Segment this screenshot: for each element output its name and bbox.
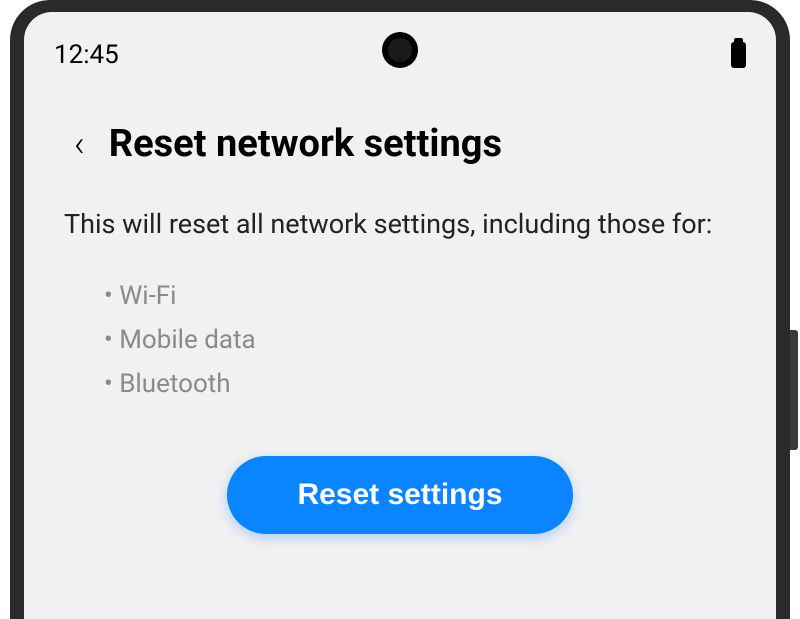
- back-icon[interactable]: ‹: [74, 126, 85, 162]
- list-item: Mobile data: [104, 318, 736, 362]
- camera-notch: [382, 32, 418, 68]
- list-item: Bluetooth: [104, 362, 736, 406]
- page-title: Reset network settings: [109, 122, 502, 166]
- bullet-list: Wi-Fi Mobile data Bluetooth: [64, 274, 736, 407]
- status-time: 12:45: [54, 40, 119, 70]
- content: This will reset all network settings, in…: [24, 186, 776, 534]
- reset-settings-button[interactable]: Reset settings: [227, 456, 572, 534]
- phone-frame: 12:45 ‹ Reset network settings This will…: [0, 0, 800, 619]
- side-button: [790, 330, 798, 450]
- header: ‹ Reset network settings: [24, 82, 776, 186]
- button-container: Reset settings: [64, 456, 736, 534]
- list-item: Wi-Fi: [104, 274, 736, 318]
- description-text: This will reset all network settings, in…: [64, 206, 736, 244]
- phone-body: 12:45 ‹ Reset network settings This will…: [10, 0, 790, 619]
- battery-icon: [731, 42, 746, 68]
- screen: 12:45 ‹ Reset network settings This will…: [24, 12, 776, 619]
